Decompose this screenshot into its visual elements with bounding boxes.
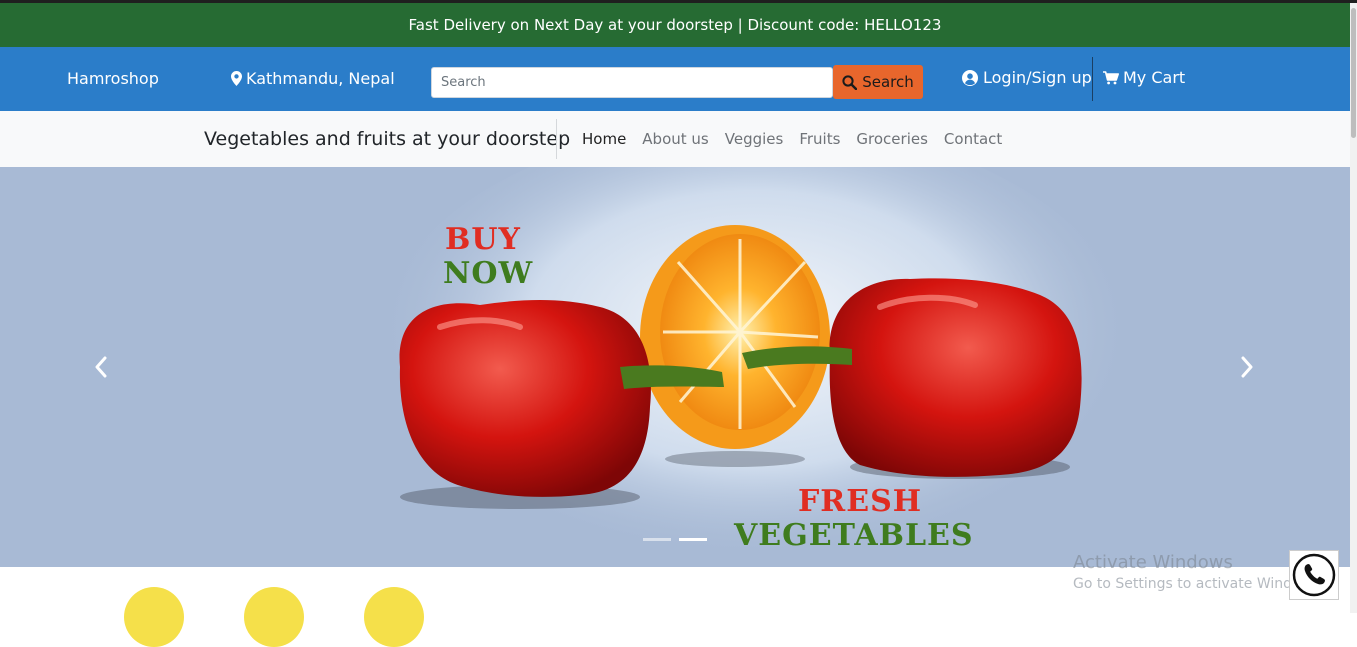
chevron-right-icon xyxy=(1241,356,1253,378)
hero-text-buy: BUY xyxy=(445,222,521,257)
cart-link[interactable]: My Cart xyxy=(1103,68,1185,87)
hero-text-fresh: FRESH xyxy=(798,484,923,519)
main-header: Hamroshop Kathmandu, Nepal Search Login/… xyxy=(0,47,1350,111)
map-marker-icon xyxy=(231,71,242,86)
carousel-prev-button[interactable] xyxy=(83,349,119,385)
hero-carousel: BUY NOW FRESH VEGETABLES xyxy=(0,167,1350,567)
carousel-indicator[interactable] xyxy=(643,538,671,541)
login-label: Login/Sign up xyxy=(983,68,1092,87)
carousel-indicators xyxy=(643,538,707,541)
nav-link-fruits[interactable]: Fruits xyxy=(799,130,840,148)
nav-link-veggies[interactable]: Veggies xyxy=(725,130,784,148)
call-button[interactable] xyxy=(1289,550,1339,600)
location-text: Kathmandu, Nepal xyxy=(246,69,395,88)
windows-activation-watermark: Activate Windows Go to Settings to activ… xyxy=(1073,552,1324,592)
watermark-subtitle: Go to Settings to activate Windows. xyxy=(1073,576,1324,592)
search-button-label: Search xyxy=(862,73,914,91)
nav-separator xyxy=(556,119,557,159)
phone-icon xyxy=(1292,553,1336,597)
nav-link-about-us[interactable]: About us xyxy=(642,130,708,148)
secondary-nav: Vegetables and fruits at your doorstep H… xyxy=(0,111,1350,167)
cart-label: My Cart xyxy=(1123,68,1186,87)
search-button[interactable]: Search xyxy=(833,65,923,99)
carousel-next-button[interactable] xyxy=(1229,349,1265,385)
nav-link-contact[interactable]: Contact xyxy=(944,130,1002,148)
announcement-bar: Fast Delivery on Next Day at your doorst… xyxy=(0,3,1350,47)
brand-link[interactable]: Hamroshop xyxy=(67,69,159,88)
category-circle[interactable] xyxy=(364,587,424,647)
hero-text-vegetables: VEGETABLES xyxy=(734,518,974,553)
category-circle[interactable] xyxy=(244,587,304,647)
nav-link-groceries[interactable]: Groceries xyxy=(856,130,928,148)
tagline: Vegetables and fruits at your doorstep xyxy=(204,128,571,150)
nav-link-home[interactable]: Home xyxy=(582,130,626,148)
nav-links: Home About us Veggies Fruits Groceries C… xyxy=(582,130,1002,148)
chevron-left-icon xyxy=(95,356,107,378)
header-divider xyxy=(1092,57,1093,101)
page-scrollbar[interactable] xyxy=(1350,3,1357,613)
announcement-text: Fast Delivery on Next Day at your doorst… xyxy=(408,16,942,34)
search-icon xyxy=(842,74,858,90)
hero-text-now: NOW xyxy=(443,256,534,291)
user-circle-icon xyxy=(962,69,978,86)
shopping-cart-icon xyxy=(1103,70,1119,84)
scrollbar-thumb[interactable] xyxy=(1351,8,1356,138)
login-link[interactable]: Login/Sign up xyxy=(962,68,1092,87)
watermark-title: Activate Windows xyxy=(1073,552,1233,573)
category-circle[interactable] xyxy=(124,587,184,647)
location[interactable]: Kathmandu, Nepal xyxy=(231,69,395,88)
hero-image xyxy=(375,167,1135,567)
carousel-indicator[interactable] xyxy=(679,538,707,541)
search-input[interactable] xyxy=(431,67,833,98)
